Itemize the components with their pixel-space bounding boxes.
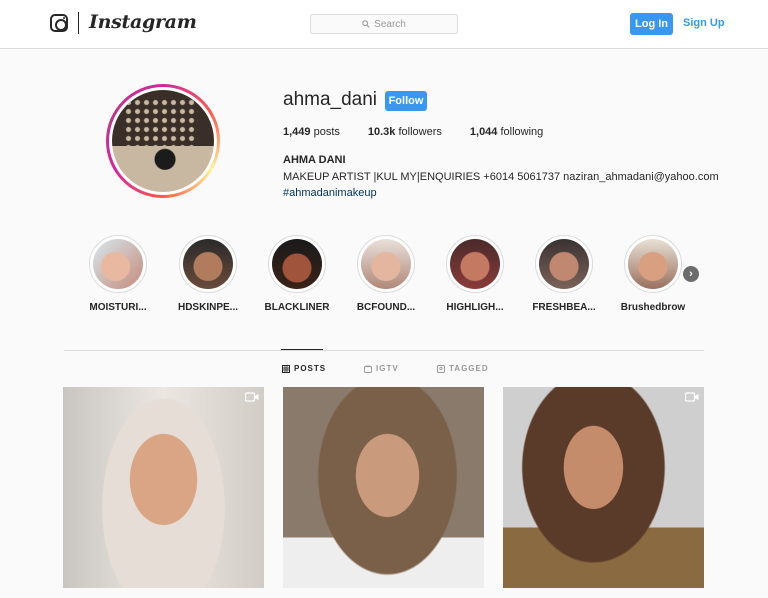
followers-stat[interactable]: 10.3k followers	[368, 126, 442, 138]
highlight-item[interactable]: HIGHLIGH...	[446, 235, 504, 313]
profile-username: ahma_dani	[283, 89, 378, 110]
video-icon	[245, 392, 259, 402]
search-icon	[362, 20, 370, 28]
profile-stats: 1,449 posts 10.3k followers 1,044 follow…	[283, 126, 571, 138]
tag-icon	[437, 364, 445, 373]
igtv-icon	[364, 364, 372, 373]
highlight-label: BLACKLINER	[264, 302, 330, 313]
post-thumbnail[interactable]	[503, 387, 704, 588]
highlight-item[interactable]: FRESHBEA...	[532, 235, 596, 313]
profile-hashtag-link[interactable]: #ahmadanimakeup	[283, 187, 377, 199]
highlight-item[interactable]: BCFOUND...	[357, 235, 415, 313]
instagram-camera-icon[interactable]	[50, 14, 68, 32]
posts-stat: 1,449 posts	[283, 126, 340, 138]
highlight-label: MOISTURI...	[89, 302, 147, 313]
highlight-cover	[450, 239, 500, 289]
highlight-cover	[93, 239, 143, 289]
highlight-item[interactable]: Brushedbrow	[621, 235, 685, 313]
highlight-cover	[628, 239, 678, 289]
tab-posts-label: POSTS	[294, 364, 327, 373]
login-button[interactable]: Log In	[630, 13, 673, 35]
active-tab-indicator	[281, 349, 323, 350]
highlight-cover	[361, 239, 411, 289]
highlight-label: BCFOUND...	[356, 302, 416, 313]
signup-link[interactable]: Sign Up	[683, 17, 725, 29]
highlight-item[interactable]: BLACKLINER	[265, 235, 330, 313]
highlight-item[interactable]: MOISTURI...	[89, 235, 147, 313]
highlight-item[interactable]: HDSKINPE...	[178, 235, 238, 313]
profile-photo	[112, 90, 214, 192]
top-navigation-bar: Instagram Search Log In Sign Up	[0, 0, 768, 49]
highlight-cover	[183, 239, 233, 289]
follow-button[interactable]: Follow	[385, 91, 427, 111]
profile-bio: MAKEUP ARTIST |KUL MY|ENQUIRIES +6014 50…	[283, 171, 719, 183]
tab-igtv-label: IGTV	[376, 364, 399, 373]
highlight-label: HDSKINPE...	[177, 302, 238, 313]
post-thumbnail[interactable]	[63, 387, 264, 588]
highlight-label: HIGHLIGH...	[446, 302, 504, 313]
tab-igtv[interactable]: IGTV	[364, 364, 399, 373]
search-input[interactable]: Search	[310, 14, 458, 34]
tab-posts[interactable]: POSTS	[282, 364, 326, 373]
following-stat[interactable]: 1,044 following	[470, 126, 543, 138]
highlight-label: FRESHBEA...	[532, 302, 596, 313]
grid-icon	[282, 364, 290, 373]
profile-full-name: AHMA DANI	[283, 154, 346, 166]
video-icon	[685, 392, 699, 402]
highlight-label: Brushedbrow	[620, 302, 686, 313]
highlight-cover	[539, 239, 589, 289]
tabs-divider	[64, 350, 704, 351]
instagram-wordmark[interactable]: Instagram	[89, 11, 197, 33]
profile-avatar[interactable]	[106, 84, 220, 198]
logo-divider	[78, 12, 79, 34]
post-thumbnail[interactable]	[283, 387, 484, 588]
search-placeholder: Search	[374, 18, 406, 30]
tab-tagged-label: TAGGED	[449, 364, 489, 373]
tab-tagged[interactable]: TAGGED	[437, 364, 489, 373]
chevron-right-icon[interactable]: ›	[683, 266, 699, 282]
highlight-cover	[272, 239, 322, 289]
